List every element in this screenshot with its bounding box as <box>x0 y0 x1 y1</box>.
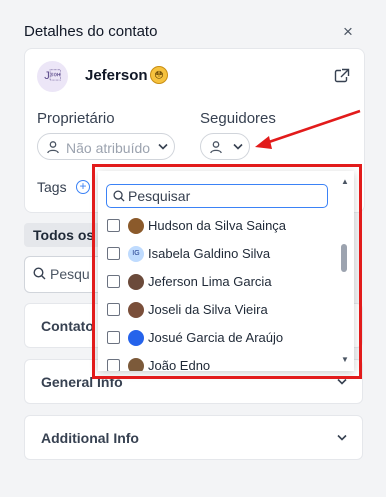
option-name: Isabela Galdino Silva <box>148 246 271 261</box>
list-item[interactable]: Josué Garcia de Araújo <box>98 324 336 352</box>
checkbox[interactable] <box>107 247 120 260</box>
option-name: Jeferson Lima Garcia <box>148 274 272 289</box>
search-placeholder: Pesqu <box>50 266 90 282</box>
owner-select[interactable]: Não atribuído <box>37 133 175 160</box>
followers-select[interactable] <box>200 133 250 160</box>
user-icon <box>47 141 59 154</box>
avatar <box>128 274 144 290</box>
section-title: Contato <box>41 318 94 334</box>
checkbox[interactable] <box>107 219 120 232</box>
scroll-arrow-down-icon[interactable]: ▼ <box>341 355 349 364</box>
avatar <box>128 358 144 371</box>
chevron-down-icon <box>158 143 168 150</box>
search-icon <box>33 267 46 280</box>
avatar <box>128 218 144 234</box>
section-title: General Info <box>41 374 123 390</box>
owner-value: Não atribuído <box>66 140 151 156</box>
option-name: Josué Garcia de Araújo <box>148 330 284 345</box>
section-additional-info[interactable]: Additional Info <box>24 415 363 460</box>
followers-label: Seguidores <box>200 110 276 127</box>
avatar: J <box>37 61 68 92</box>
list-item[interactable]: Jeferson Lima Garcia <box>98 268 336 296</box>
external-link-icon[interactable] <box>334 68 350 84</box>
scroll-arrow-up-icon[interactable]: ▲ <box>341 177 349 186</box>
list-item[interactable]: Joseli da Silva Vieira <box>98 296 336 324</box>
checkbox[interactable] <box>107 275 120 288</box>
section-title: Additional Info <box>41 430 139 446</box>
flushed-face-emoji-icon: 😳 <box>150 66 168 84</box>
avatar <box>128 302 144 318</box>
contact-name: Jeferson <box>85 67 148 84</box>
tab-todos-label: Todos os <box>33 227 95 243</box>
user-icon <box>210 141 222 154</box>
option-name: Joseli da Silva Vieira <box>148 302 268 317</box>
contact-emoji: 😳 <box>154 70 164 80</box>
chevron-down-icon <box>233 143 243 150</box>
plus-circle-icon[interactable]: + <box>76 180 90 194</box>
option-name: João Edno <box>148 358 211 371</box>
search-icon <box>113 190 125 202</box>
checkbox[interactable] <box>107 303 120 316</box>
panel-title: Detalhes do contato <box>24 23 158 40</box>
chevron-down-icon <box>337 378 347 385</box>
option-name: Hudson da Silva Sainça <box>148 218 287 233</box>
dropdown-search-input[interactable]: Pesquisar <box>106 184 328 208</box>
avatar: IG <box>128 246 144 262</box>
contact-details-panel: Detalhes do contato × J Jeferson 😳 Prop… <box>0 0 386 497</box>
owner-label: Proprietário <box>37 110 115 127</box>
checkbox[interactable] <box>107 359 120 371</box>
list-item[interactable]: Hudson da Silva Sainça <box>98 212 336 240</box>
tags-label: Tags <box>37 179 67 195</box>
chevron-down-icon <box>337 434 347 441</box>
avatar <box>128 330 144 346</box>
scrollbar-thumb[interactable] <box>341 244 347 272</box>
list-item[interactable]: IG Isabela Galdino Silva <box>98 240 336 268</box>
checkbox[interactable] <box>107 331 120 344</box>
close-icon[interactable]: × <box>338 22 358 42</box>
followers-dropdown: Pesquisar Hudson da Silva Sainça IG Isab… <box>98 171 354 371</box>
list-item[interactable]: João Edno <box>98 352 336 371</box>
dropdown-search-placeholder: Pesquisar <box>128 188 191 204</box>
